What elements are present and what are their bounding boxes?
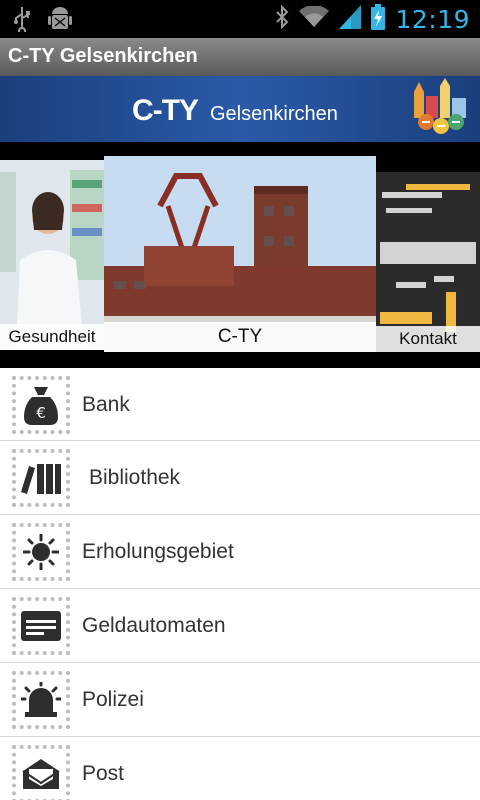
carousel-caption: C-TY <box>104 322 376 352</box>
icon-frame <box>12 671 70 729</box>
status-bar: 12:19 <box>0 0 480 38</box>
list-item-erholungsgebiet[interactable]: Erholungsgebiet <box>0 515 480 589</box>
signal-icon <box>339 5 362 33</box>
usb-icon <box>12 6 32 36</box>
icon-frame <box>12 523 70 581</box>
list-item-label: Post <box>82 762 125 785</box>
books-icon <box>21 464 61 494</box>
list-item-post[interactable]: Post <box>0 737 480 800</box>
feedback-wordcloud-image <box>376 172 480 352</box>
card-icon <box>21 611 61 641</box>
list-item-label: Bibliothek <box>89 466 181 489</box>
list-item-polizei[interactable]: Polizei <box>0 663 480 737</box>
app-title-bar: C-TY Gelsenkirchen <box>0 38 480 76</box>
android-debug-icon <box>48 6 72 36</box>
list-item-bank[interactable]: € Bank <box>0 368 480 441</box>
bluetooth-icon <box>275 4 289 33</box>
siren-icon <box>21 682 61 717</box>
icon-frame: € <box>12 376 70 434</box>
wifi-icon <box>299 5 330 32</box>
carousel-card-kontakt[interactable]: Kontakt <box>376 172 480 352</box>
city-logo-icon <box>414 78 466 134</box>
icon-frame <box>12 449 70 507</box>
app-title: C-TY Gelsenkirchen <box>8 45 198 67</box>
carousel-card-gesundheit[interactable]: Gesundheit <box>0 160 104 350</box>
svg-text:€: € <box>36 404 46 422</box>
carousel-card-cty[interactable]: C-TY <box>104 156 376 352</box>
pharmacy-image <box>0 160 104 350</box>
clock: 12:19 <box>395 4 470 34</box>
list-item-geldautomaten[interactable]: Geldautomaten <box>0 589 480 663</box>
carousel-caption: Kontakt <box>376 326 480 352</box>
banner-brand: C-TY <box>132 94 199 127</box>
list-item-bibliothek[interactable]: Bibliothek <box>0 441 480 515</box>
list-item-label: Erholungsgebiet <box>82 540 234 563</box>
banner: C-TY Gelsenkirchen <box>0 76 480 142</box>
category-carousel[interactable]: Gesundheit C-TY Kontakt <box>0 142 480 368</box>
list-item-label: Bank <box>82 393 130 416</box>
carousel-caption: Gesundheit <box>0 324 104 350</box>
sun-icon <box>23 534 59 570</box>
money-bag-icon: € <box>24 387 58 425</box>
mail-icon <box>22 759 60 789</box>
list-item-label: Geldautomaten <box>82 614 226 637</box>
icon-frame <box>12 597 70 655</box>
banner-brand-sub: Gelsenkirchen <box>210 103 338 125</box>
category-list: € Bank Bibliothek Erholungsgebiet Geldau… <box>0 368 480 800</box>
list-item-label: Polizei <box>82 688 144 711</box>
icon-frame <box>12 745 70 800</box>
battery-charging-icon <box>371 4 386 34</box>
